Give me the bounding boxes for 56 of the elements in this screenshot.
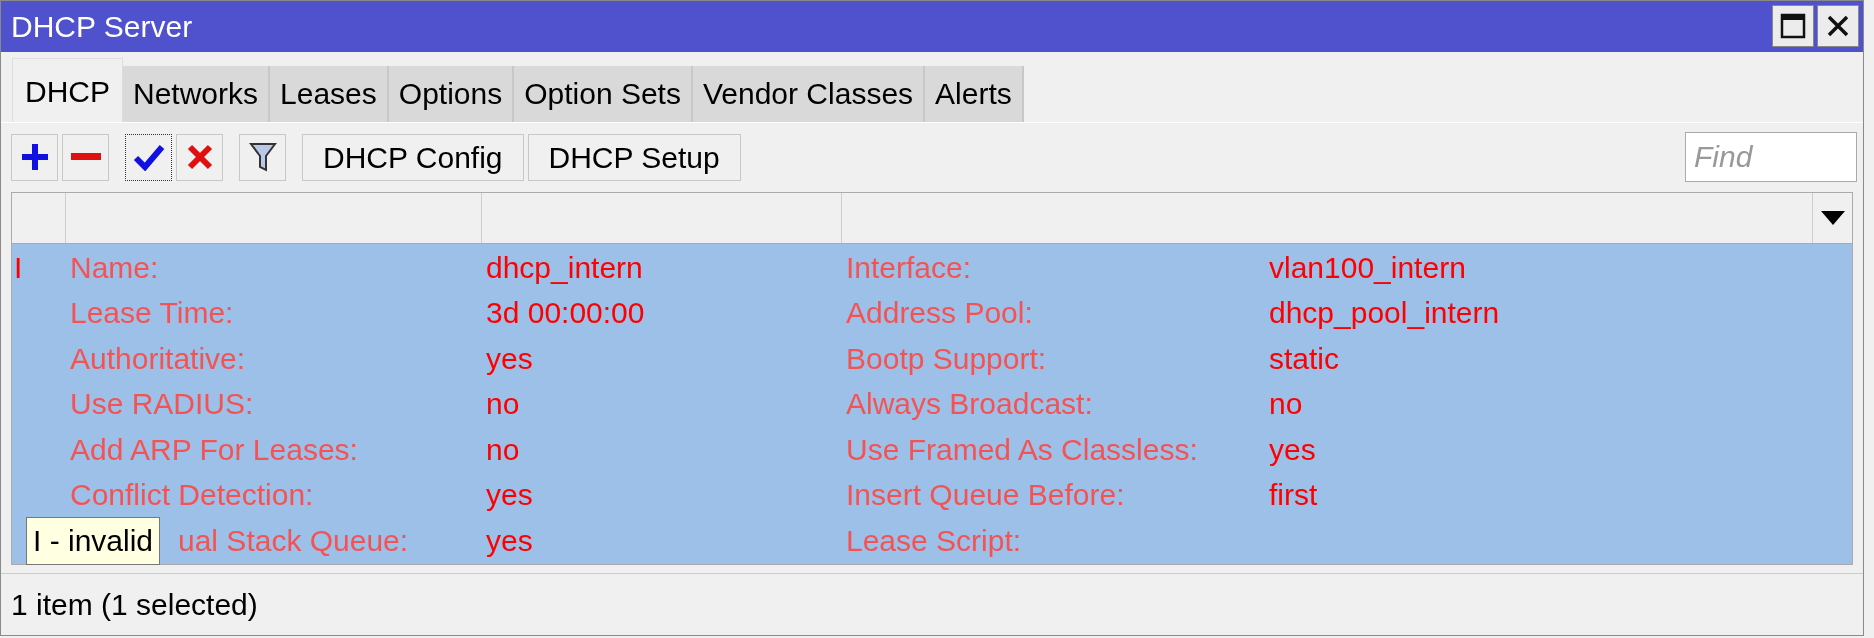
field-label: Authoritative: [70, 341, 246, 375]
field-value: no [486, 387, 520, 421]
tab[interactable]: Alerts [925, 65, 1024, 122]
field-label: Add ARP For Leases: [70, 432, 358, 466]
field-value: vlan100_intern [1269, 250, 1466, 284]
close-button[interactable] [1817, 5, 1859, 48]
toolbar-button[interactable]: DHCP Config [302, 133, 524, 181]
maximize-icon [1780, 13, 1806, 40]
enable-button[interactable] [125, 133, 172, 181]
find-field[interactable]: Find [1685, 132, 1857, 183]
field-value: static [1269, 341, 1340, 375]
field-label: Insert Queue Before: [846, 478, 1125, 512]
field-value: yes [486, 523, 533, 557]
status-text: 1 item (1 selected) [11, 587, 258, 624]
cross-icon [185, 143, 214, 172]
field-label: Use RADIUS: [70, 387, 254, 421]
tab[interactable]: Leases [270, 65, 389, 122]
minus-icon [70, 153, 101, 162]
field-label: Lease Script: [846, 523, 1022, 557]
field-value: no [486, 432, 520, 466]
field-value: dhcp_intern [486, 250, 643, 284]
toolbar-button[interactable]: DHCP Setup [527, 133, 741, 181]
field-label: Always Broadcast: [846, 387, 1093, 421]
tab[interactable]: Option Sets [514, 65, 693, 122]
filter-button[interactable] [239, 133, 286, 181]
tab[interactable]: Networks [123, 65, 271, 122]
field-label: Use Framed As Classless: [846, 432, 1198, 466]
funnel-icon [248, 141, 277, 174]
add-button[interactable] [11, 133, 58, 181]
tab[interactable]: Options [388, 65, 515, 122]
field-value: yes [486, 478, 533, 512]
status-label: I [14, 250, 23, 284]
remove-button[interactable] [62, 133, 109, 181]
caret-icon [1820, 210, 1845, 225]
field-label: Conflict Detection: [70, 478, 314, 512]
tooltip: I - invalid [26, 516, 161, 565]
field-value: first [1269, 478, 1318, 512]
field-label: Lease Time: [70, 296, 234, 330]
checkmark-icon [132, 143, 165, 172]
field-label: ual Stack Queue: [178, 523, 409, 557]
tab[interactable]: DHCP [12, 57, 123, 122]
field-value: dhcp_pool_intern [1269, 296, 1500, 330]
field-label: Bootp Support: [846, 341, 1047, 375]
window-title: DHCP Server [11, 8, 193, 45]
field-value: yes [486, 341, 533, 375]
field-label: Name: [70, 250, 159, 284]
tab[interactable]: Vendor Classes [692, 65, 926, 122]
field-label: Interface: [846, 250, 972, 284]
field-value: yes [1269, 432, 1316, 466]
field-value: no [1269, 387, 1303, 421]
maximize-button[interactable] [1772, 5, 1814, 48]
disable-button[interactable] [176, 133, 223, 181]
plus-icon [19, 142, 50, 173]
close-icon [1826, 14, 1850, 39]
field-label: Address Pool: [846, 296, 1033, 330]
field-value: 3d 00:00:00 [486, 296, 645, 330]
